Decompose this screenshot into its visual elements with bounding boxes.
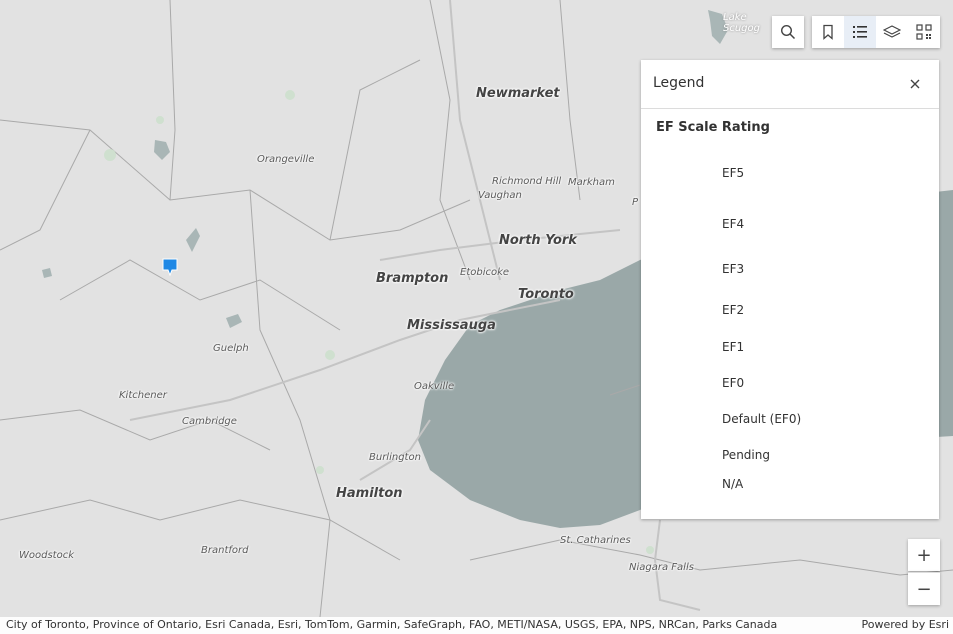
bookmark-icon <box>820 24 836 40</box>
legend-button[interactable] <box>844 16 876 48</box>
place-label: Brampton <box>376 271 448 286</box>
place-label: Guelph <box>213 343 249 354</box>
place-label: Kitchener <box>119 390 167 401</box>
legend-panel: Legend EF Scale Rating EF5 EF4 EF3 EF2 E… <box>641 60 939 519</box>
legend-list-icon <box>852 24 868 40</box>
legend-item-label: EF0 <box>722 376 744 390</box>
legend-item-label: EF4 <box>722 217 744 231</box>
place-label: Burlington <box>369 452 421 463</box>
place-label: Brantford <box>201 545 248 556</box>
tornado-marker-icon[interactable] <box>162 258 178 276</box>
qr-code-button[interactable] <box>908 16 940 48</box>
place-label: Cambridge <box>182 416 237 427</box>
place-label: Woodstock <box>19 550 74 561</box>
legend-title: Legend <box>653 75 704 91</box>
place-label: Niagara Falls <box>629 562 694 573</box>
legend-item-label: Default (EF0) <box>722 412 801 426</box>
place-label: Vaughan <box>478 190 522 201</box>
place-label: Richmond Hill <box>492 176 561 187</box>
search-button[interactable] <box>772 16 804 48</box>
legend-item-label: EF5 <box>722 166 744 180</box>
place-label: Etobicoke <box>460 267 509 278</box>
bookmarks-button[interactable] <box>812 16 844 48</box>
zoom-out-button[interactable]: − <box>908 572 940 605</box>
legend-item-label: EF1 <box>722 340 744 354</box>
place-label: North York <box>499 233 577 248</box>
place-label: Orangeville <box>257 154 314 165</box>
legend-header: Legend <box>641 60 939 109</box>
place-label: St. Catharines <box>560 535 631 546</box>
close-icon[interactable] <box>905 74 925 94</box>
place-label: Mississauga <box>407 318 496 333</box>
search-toolbar <box>772 16 804 48</box>
place-label: P <box>632 197 638 208</box>
legend-item-label: Pending <box>722 448 770 462</box>
attribution-text: City of Toronto, Province of Ontario, Es… <box>6 618 777 631</box>
widget-toolbar <box>812 16 940 48</box>
place-label: Toronto <box>518 287 574 302</box>
place-label: Markham <box>568 177 615 188</box>
legend-section-title: EF Scale Rating <box>656 120 770 135</box>
attribution-bar: City of Toronto, Province of Ontario, Es… <box>0 617 953 634</box>
qr-code-icon <box>916 24 932 40</box>
place-label: LakeScugog <box>723 12 760 34</box>
zoom-in-button[interactable]: + <box>908 539 940 571</box>
search-icon <box>780 24 796 40</box>
layers-icon <box>883 24 901 40</box>
legend-item-label: EF2 <box>722 303 744 317</box>
legend-item-label: EF3 <box>722 262 744 276</box>
place-label: Hamilton <box>336 486 403 501</box>
place-label: Oakville <box>414 381 454 392</box>
layers-button[interactable] <box>876 16 908 48</box>
powered-by-link[interactable]: Powered by Esri <box>861 618 949 631</box>
legend-item-label: N/A <box>722 477 743 491</box>
place-label: Newmarket <box>476 86 560 101</box>
